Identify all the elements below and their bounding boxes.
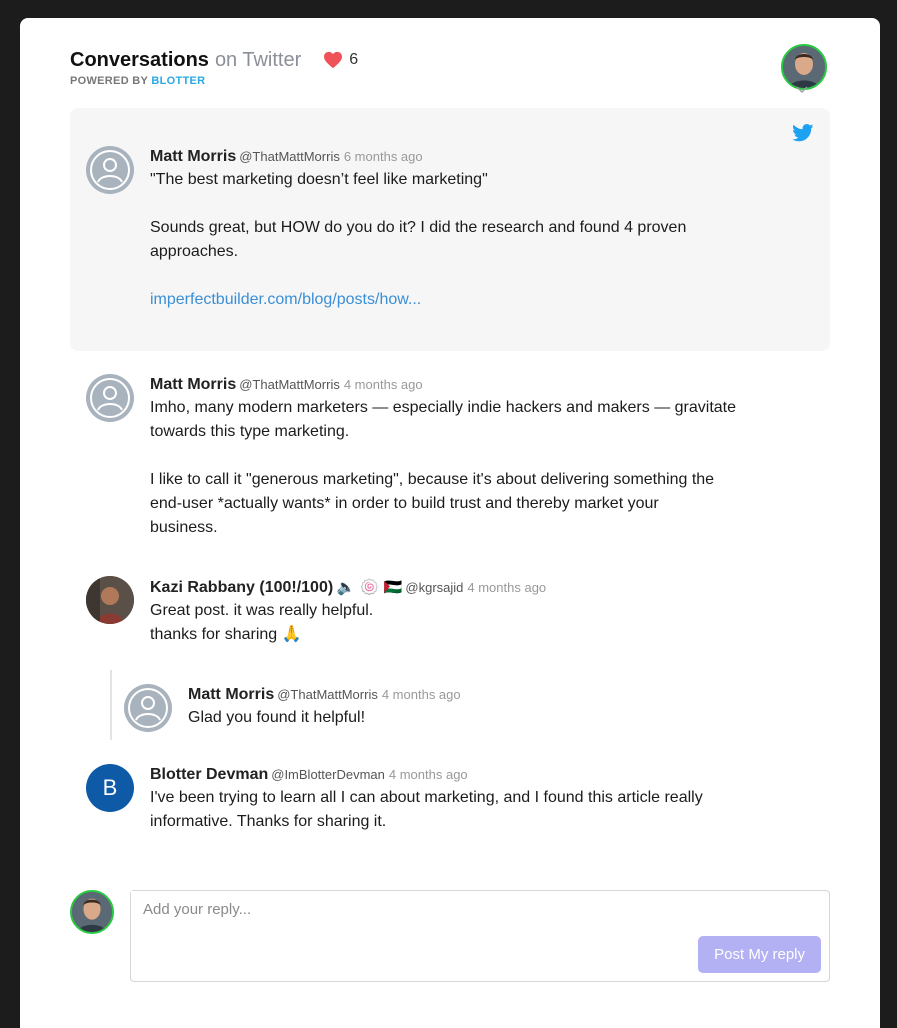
comment-text: Imho, many modern marketers — especially… [150,399,737,536]
comment-item: B Blotter Devman @ImBlotterDevman 4 months… [86,764,703,834]
conversations-card: Conversations on Twitter 6 POWERED BY BL… [20,18,880,1028]
comment-reply-item: Matt Morris @ThatMattMorris 4 months ago G… [124,684,461,732]
name-emojis: 🔈 🍥 🇵🇸 [336,578,403,596]
author-name[interactable]: Matt Morris [150,376,236,393]
comment-item: Matt Morris @ThatMattMorris 6 months ago "… [86,146,686,312]
post-reply-button[interactable]: Post My reply [698,936,821,973]
article-link[interactable]: imperfectbuilder.com/blog/posts/how... [150,291,421,308]
comment-meta: Matt Morris @ThatMattMorris 4 months ago [150,374,736,396]
user-photo-icon [86,576,134,624]
timestamp[interactable]: 6 months ago [344,149,423,164]
comment-item: Matt Morris @ThatMattMorris 4 months ago I… [86,374,736,540]
avatar[interactable]: B [86,764,134,812]
author-handle[interactable]: @ImBlotterDevman [271,767,385,782]
timestamp[interactable]: 4 months ago [389,767,468,782]
like-button[interactable]: 6 [323,48,358,72]
powered-by: POWERED BY BLOTTER [70,75,358,87]
twitter-icon[interactable] [792,124,814,142]
reply-input[interactable] [131,891,805,928]
thread-line [110,670,112,740]
timestamp[interactable]: 4 months ago [467,580,546,595]
timestamp[interactable]: 4 months ago [382,687,461,702]
author-handle[interactable]: @ThatMattMorris [239,377,340,392]
user-placeholder-icon [86,146,134,194]
author-handle[interactable]: @ThatMattMorris [277,687,378,702]
avatar[interactable] [86,146,134,194]
user-placeholder-icon [86,374,134,422]
comment-text: Great post. it was really helpful. thank… [150,602,374,643]
user-photo-icon [72,892,112,932]
user-photo-icon [783,46,825,88]
reply-composer: Post My reply [70,890,830,982]
comment-text: "The best marketing doesn’t feel like ma… [150,171,687,260]
comment-meta: Matt Morris @ThatMattMorris 4 months ago [188,684,461,706]
author-name[interactable]: Matt Morris [150,148,236,165]
comment-text: I've been trying to learn all I can abou… [150,789,703,830]
page-title: Conversations on Twitter 6 [70,48,358,72]
likes-count: 6 [349,51,359,68]
title-platform: on Twitter [214,49,302,71]
comment-item: Kazi Rabbany (100!/100) 🔈 🍥 🇵🇸 @kgrsajid 4… [86,576,546,647]
powered-by-label: POWERED BY [70,75,148,87]
title-strong: Conversations [70,49,209,71]
heart-icon [324,51,343,69]
avatar[interactable] [86,576,134,624]
author-name[interactable]: Matt Morris [188,686,274,703]
chevron-down-icon[interactable] [796,86,808,94]
avatar[interactable] [124,684,172,732]
current-user-avatar [70,890,114,934]
comment-text: Glad you found it helpful! [188,709,366,726]
timestamp[interactable]: 4 months ago [344,377,423,392]
author-handle[interactable]: @kgrsajid [405,580,463,595]
header: Conversations on Twitter 6 POWERED BY BL… [70,48,358,87]
author-name[interactable]: Kazi Rabbany (100!/100) [150,579,333,596]
brand-link[interactable]: BLOTTER [151,75,205,87]
author-handle[interactable]: @ThatMattMorris [239,149,340,164]
user-placeholder-icon [124,684,172,732]
comment-meta: Matt Morris @ThatMattMorris 6 months ago [150,146,686,168]
author-name[interactable]: Blotter Devman [150,766,268,783]
comment-meta: Blotter Devman @ImBlotterDevman 4 months a… [150,764,703,786]
reply-box: Post My reply [130,890,830,982]
avatar[interactable] [86,374,134,422]
account-avatar[interactable] [781,44,827,90]
comment-meta: Kazi Rabbany (100!/100) 🔈 🍥 🇵🇸 @kgrsajid 4… [150,576,546,599]
